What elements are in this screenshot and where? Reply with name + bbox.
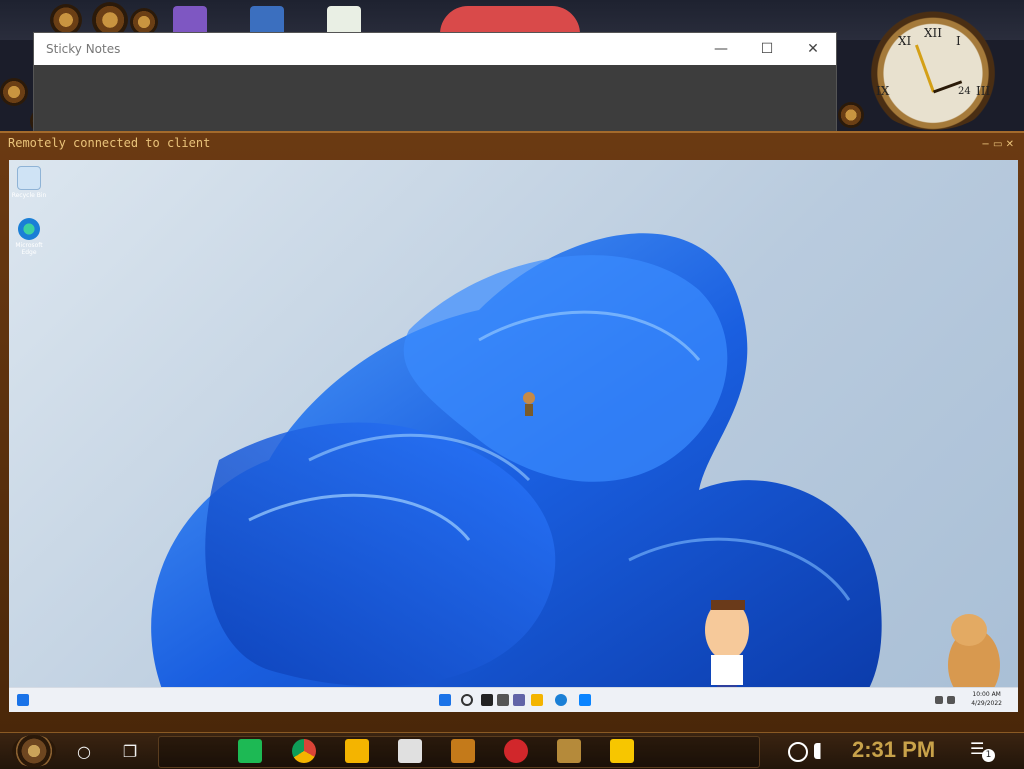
guest-chat-icon[interactable] [513, 694, 525, 706]
chrome-icon[interactable] [292, 739, 316, 763]
edge-icon [18, 218, 40, 240]
guest-time: 10:00 AM [972, 691, 1001, 698]
clock-numeral: XI [898, 34, 912, 48]
red-app-icon[interactable] [504, 739, 528, 763]
host-clock[interactable]: 2:31 PM [852, 737, 935, 763]
task-view-button[interactable]: ❐ [116, 737, 144, 765]
dreamweaver-icon[interactable] [451, 739, 475, 763]
guest-taskbar: 10:00 AM 4/29/2022 [9, 687, 1018, 712]
guest-edge-icon[interactable] [555, 694, 567, 706]
clock-numeral: I [956, 34, 961, 48]
guest-windows-icon[interactable] [439, 694, 451, 706]
sticky-notes-yellow-icon[interactable] [610, 739, 634, 763]
globe-icon[interactable] [788, 742, 808, 762]
volume-muted-icon[interactable] [814, 743, 830, 759]
start-button[interactable] [12, 735, 56, 767]
gear-decoration-icon [838, 102, 864, 128]
search-button[interactable]: ○ [70, 737, 98, 765]
guest-explorer-icon[interactable] [531, 694, 543, 706]
guest-store-icon[interactable] [579, 694, 591, 706]
gear-decoration-icon [0, 78, 28, 106]
maximize-button[interactable]: ☐ [744, 33, 790, 65]
sticky-notes-window[interactable]: Sticky Notes — ☐ ✕ [33, 32, 837, 134]
clock-numeral: XII [924, 26, 943, 40]
clock-numeral: III [976, 84, 991, 98]
notification-count-badge: 1 [982, 749, 995, 762]
clock-numeral: 24 [958, 86, 971, 97]
clock-hour-hand [914, 44, 935, 93]
minimize-button[interactable]: — [698, 33, 744, 65]
desktop-icon-edge[interactable]: Microsoft Edge [9, 218, 49, 256]
guest-search-icon[interactable] [461, 694, 473, 706]
desktop-icon-label: Recycle Bin [11, 192, 47, 199]
guest-tray-volume-icon[interactable] [947, 696, 955, 704]
host-taskbar: ○ ❐ 2:31 PM ☰ 1 [0, 732, 1024, 769]
recycle-bin-icon [17, 166, 41, 190]
remote-desktop-window[interactable]: Remotely connected to client − ▭ ✕ Recyc… [0, 131, 1024, 734]
sticky-notes-green-app-icon[interactable] [238, 739, 262, 763]
guest-clock[interactable]: 10:00 AM 4/29/2022 [971, 690, 1002, 708]
remote-window-title: Remotely connected to client [8, 136, 211, 150]
sticky-notes-titlebar[interactable]: Sticky Notes — ☐ ✕ [34, 33, 836, 65]
red-app-desktop-icon[interactable] [440, 6, 580, 34]
sticky-notes-body[interactable] [34, 65, 836, 131]
clock-numeral: IX [876, 84, 890, 98]
file-explorer-icon[interactable] [345, 739, 369, 763]
desktop-icon-recycle-bin[interactable]: Recycle Bin [9, 166, 49, 199]
guest-date: 4/29/2022 [971, 700, 1002, 707]
remote-window-controls[interactable]: − ▭ ✕ [981, 139, 1014, 150]
guest-widgets-icon[interactable] [497, 694, 509, 706]
desktop-icon-label: Microsoft Edge [15, 242, 43, 256]
wallpaper-bloom [151, 233, 1000, 712]
image-app-icon[interactable] [557, 739, 581, 763]
clock-gadget[interactable]: XII XI I IX III 24 [858, 4, 1008, 130]
close-button[interactable]: ✕ [790, 33, 836, 65]
guest-taskview-icon[interactable] [481, 694, 493, 706]
guest-tray-network-icon[interactable] [935, 696, 943, 704]
skull-app-icon[interactable] [398, 739, 422, 763]
guest-start-icon[interactable] [17, 694, 29, 706]
sticky-notes-title: Sticky Notes [46, 42, 121, 56]
guest-desktop[interactable]: Recycle Bin Microsoft Edge 10:00 AM 4/29… [9, 160, 1018, 712]
